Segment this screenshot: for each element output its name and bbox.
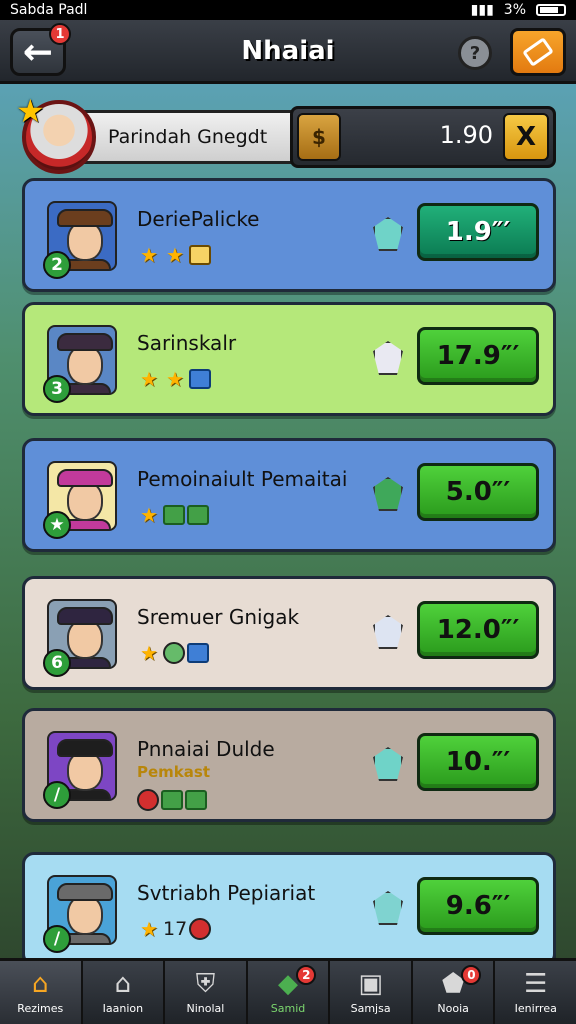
player-name: Pemoinaiult Pemaitai (137, 467, 348, 491)
rank-badge: 3 (43, 375, 71, 403)
status-right-text: 3% (503, 2, 526, 18)
signal-icon: ▮▮▮ (470, 2, 494, 18)
reward-icons (137, 789, 207, 811)
coin-value: 1.90 (439, 121, 493, 149)
nav-item[interactable]: ⛨ Ninolal (165, 961, 248, 1024)
gem-icon (373, 747, 403, 781)
page-title: Nhaiai (241, 35, 335, 66)
value-button[interactable]: 10.″′ (417, 733, 539, 791)
back-button[interactable]: ← 1 (10, 23, 71, 76)
player-name: DeriePalicke (137, 207, 260, 231)
nav-item[interactable]: ▣ Samjsa (330, 961, 413, 1024)
bottom-navigation: ⌂ Rezimes ⌂ Iaanion ⛨ Ninolal ◆ Samid 2 ▣ Samjsa ⬟ N… (0, 958, 576, 1024)
reward-icons: ★ 17 (137, 917, 212, 941)
reward-icons: ★ ★ (137, 243, 211, 267)
value-button[interactable]: 1.9″′ (417, 203, 539, 261)
chest-icon (163, 505, 185, 525)
help-button[interactable]: ? (458, 36, 492, 70)
value-button[interactable]: 17.9″′ (417, 327, 539, 385)
nav-item[interactable]: ☰ Ienirrea (495, 961, 576, 1024)
list-item[interactable]: ★ Pemoinaiult Pemaitai ★ 5.0″′ (22, 438, 556, 552)
value-button[interactable]: 9.6″′ (417, 877, 539, 935)
nav-label: Ninolal (186, 1002, 225, 1015)
top-header: ← 1 Nhaiai ? (0, 20, 576, 84)
nav-badge: 2 (296, 965, 317, 985)
chest-icon (189, 369, 211, 389)
nav-badge: 0 (461, 965, 482, 985)
list-item[interactable]: 2 DeriePalicke ★ ★ 1.9″′ (22, 178, 556, 292)
player-subtitle: Pemkast (137, 763, 210, 781)
player-name: Svtriabh Pepiariat (137, 881, 316, 905)
back-badge: 1 (49, 23, 71, 45)
house-icon: ⌂ (114, 969, 132, 999)
list-item[interactable]: 6 Sremuer Gnigak ★ 12.0″′ (22, 576, 556, 690)
value-button[interactable]: 12.0″′ (417, 601, 539, 659)
star-icon: ★ (140, 917, 158, 941)
nav-item[interactable]: ⌂ Iaanion (83, 961, 166, 1024)
chest-icon (187, 643, 209, 663)
gem-icon (373, 341, 403, 375)
gem-icon (373, 891, 403, 925)
star-icon: ★ (140, 503, 158, 527)
status-left-text: Sabda Padl (10, 2, 88, 18)
player-bar: Parindah Gnegdt ★ $ 1.90 X (16, 92, 556, 174)
rank-badge: / (43, 925, 71, 953)
chest-icon (185, 790, 207, 810)
player-name: Sremuer Gnigak (137, 605, 300, 629)
nav-label: Ienirrea (514, 1002, 557, 1015)
ticket-button[interactable] (510, 28, 566, 76)
star-icon: ★ (166, 367, 184, 391)
star-icon: ★ (140, 641, 158, 665)
star-icon: ★ (16, 92, 45, 130)
star-icon: ★ (166, 243, 184, 267)
nav-label: Samid (270, 1002, 306, 1015)
status-bar: Sabda Padl ▮▮▮ 3% (0, 0, 576, 20)
badge-icon (163, 642, 185, 664)
star-icon: ★ (140, 243, 158, 267)
profile-icon: ▣ (358, 969, 383, 999)
reward-icons: ★ (137, 503, 209, 527)
back-arrow-icon: ← (22, 31, 54, 73)
reward-icons: ★ (137, 641, 209, 665)
ticket-icon (522, 37, 554, 67)
player-name: Sarinskalr (137, 331, 237, 355)
coin-counter: $ 1.90 X (290, 106, 556, 168)
player-name: Pnnaiai Dulde (137, 737, 275, 761)
chest-icon (161, 790, 183, 810)
star-icon: ★ (140, 367, 158, 391)
nav-item[interactable]: ⬟ Nooia 0 (413, 961, 496, 1024)
add-coins-button[interactable]: X (503, 113, 549, 161)
battery-icon (536, 4, 566, 16)
gem-icon (373, 615, 403, 649)
gem-icon (373, 217, 403, 251)
shield-icon: ⛨ (195, 969, 216, 999)
player-name: Parindah Gnegdt (78, 110, 298, 164)
rank-badge: ★ (43, 511, 71, 539)
nav-label: Nooia (437, 1002, 469, 1015)
gem-icon (373, 477, 403, 511)
help-icon: ? (469, 42, 481, 64)
badge-icon (189, 918, 212, 940)
chest-icon (189, 245, 211, 265)
badge-icon (137, 789, 159, 811)
value-button[interactable]: 5.0″′ (417, 463, 539, 521)
nav-label: Samjsa (350, 1002, 391, 1015)
nav-item[interactable]: ◆ Samid 2 (248, 961, 331, 1024)
reward-icons: ★ ★ (137, 367, 211, 391)
list-item[interactable]: 3 Sarinskalr ★ ★ 17.9″′ (22, 302, 556, 416)
nav-label: Rezimes (17, 1002, 64, 1015)
level-label: 17 (163, 917, 188, 940)
nav-label: Iaanion (102, 1002, 144, 1015)
menu-icon: ☰ (524, 969, 548, 999)
list-item[interactable]: / Svtriabh Pepiariat ★ 17 9.6″′ (22, 852, 556, 966)
nav-item[interactable]: ⌂ Rezimes (0, 961, 83, 1024)
rank-badge: 2 (43, 251, 71, 279)
coin-icon: $ (297, 113, 341, 161)
home-icon: ⌂ (32, 969, 49, 999)
chest-icon (187, 505, 209, 525)
rank-badge: / (43, 781, 71, 809)
rank-badge: 6 (43, 649, 71, 677)
list-item[interactable]: / Pnnaiai Dulde Pemkast 10.″′ (22, 708, 556, 822)
gem-icon: ◆ (278, 969, 299, 999)
